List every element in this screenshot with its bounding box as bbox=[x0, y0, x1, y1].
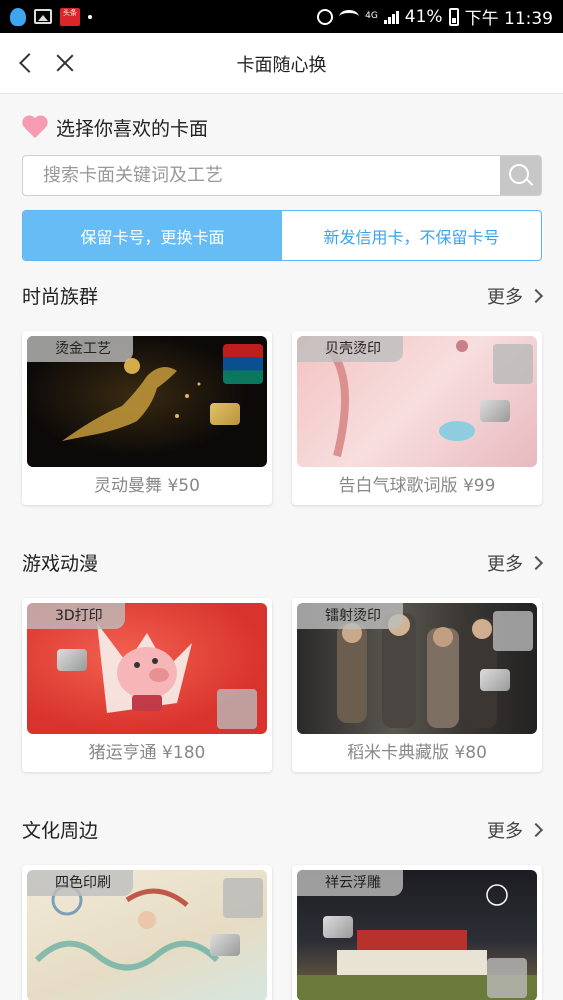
heart-icon bbox=[22, 116, 48, 140]
page-title: 卡面随心换 bbox=[236, 55, 327, 76]
segment-new-card[interactable]: 新发信用卡，不保留卡号 bbox=[282, 211, 541, 260]
card-image: 贝壳烫印 bbox=[297, 336, 537, 467]
card-image: 四色印刷 bbox=[27, 870, 267, 1000]
more-label: 更多 bbox=[487, 287, 523, 308]
card-item[interactable]: 四色印刷 bbox=[22, 865, 272, 1000]
more-link-games[interactable]: 更多 bbox=[487, 550, 544, 576]
qq-icon bbox=[10, 7, 26, 26]
card-tag: 3D打印 bbox=[27, 603, 125, 629]
card-chip-icon bbox=[480, 400, 510, 422]
segment-keep-card-number[interactable]: 保留卡号，更换卡面 bbox=[23, 211, 282, 260]
battery-percent: 41% bbox=[404, 6, 443, 27]
more-label: 更多 bbox=[487, 554, 523, 575]
card-tag: 贝壳烫印 bbox=[297, 336, 403, 362]
segmented-control: 保留卡号，更换卡面 新发信用卡，不保留卡号 bbox=[22, 210, 542, 261]
battery-icon bbox=[448, 7, 459, 26]
card-name: 灵动曼舞 ¥50 bbox=[94, 476, 200, 496]
card-tag: 祥云浮雕 bbox=[297, 870, 403, 896]
signal-icon bbox=[383, 10, 399, 24]
card-chip-icon bbox=[57, 649, 87, 671]
card-image: 祥云浮雕 bbox=[297, 870, 537, 1000]
gallery-icon bbox=[34, 9, 52, 24]
news-icon: 头条 bbox=[60, 7, 80, 26]
status-bar: 头条 4G 41% 下午 11:39 bbox=[0, 0, 563, 33]
unionpay-logo-icon bbox=[487, 958, 527, 998]
unionpay-logo-icon bbox=[493, 611, 533, 651]
card-chip-icon bbox=[210, 934, 240, 956]
more-link-culture[interactable]: 更多 bbox=[487, 817, 544, 843]
card-item[interactable]: 3D打印 猪运亨通 ¥180 bbox=[22, 598, 272, 772]
search-input[interactable] bbox=[23, 156, 500, 195]
nav-bar: 卡面随心换 bbox=[0, 33, 563, 94]
card-tag: 镭射烫印 bbox=[297, 603, 403, 629]
card-item[interactable]: 烫金工艺 灵动曼舞 ¥50 bbox=[22, 331, 272, 505]
card-name: 猪运亨通 ¥180 bbox=[88, 743, 206, 763]
card-image: 镭射烫印 bbox=[297, 603, 537, 734]
card-image: 3D打印 bbox=[27, 603, 267, 734]
unionpay-logo-icon bbox=[217, 689, 257, 729]
subtitle-text: 选择你喜欢的卡面 bbox=[56, 118, 209, 140]
card-tag: 四色印刷 bbox=[27, 870, 133, 896]
chevron-right-icon bbox=[528, 555, 544, 571]
section-title-fashion: 时尚族群 bbox=[22, 286, 99, 308]
card-item[interactable]: 镭射烫印 稻米卡典藏版 ¥80 bbox=[292, 598, 542, 772]
card-chip-icon bbox=[480, 669, 510, 691]
unionpay-logo-icon bbox=[223, 878, 263, 918]
unionpay-logo-icon bbox=[223, 344, 263, 384]
section-title-games: 游戏动漫 bbox=[22, 553, 99, 575]
network-type: 4G bbox=[365, 11, 378, 21]
card-tag: 烫金工艺 bbox=[27, 336, 133, 362]
chevron-right-icon bbox=[528, 288, 544, 304]
unionpay-logo-icon bbox=[493, 344, 533, 384]
alarm-icon bbox=[317, 8, 334, 25]
card-chip-icon bbox=[210, 403, 240, 425]
chevron-right-icon bbox=[528, 822, 544, 838]
card-chip-icon bbox=[323, 916, 353, 938]
more-link-fashion[interactable]: 更多 bbox=[487, 283, 544, 309]
card-name: 告白气球歌词版 ¥99 bbox=[338, 476, 496, 496]
clock: 下午 11:39 bbox=[464, 9, 553, 29]
notification-dot-icon bbox=[88, 14, 92, 19]
search-icon[interactable] bbox=[500, 156, 541, 195]
more-label: 更多 bbox=[487, 821, 523, 842]
search-bar bbox=[22, 155, 542, 196]
card-name: 稻米卡典藏版 ¥80 bbox=[347, 743, 487, 763]
subtitle-row: 选择你喜欢的卡面 bbox=[22, 114, 208, 141]
card-item[interactable]: 贝壳烫印 告白气球歌词版 ¥99 bbox=[292, 331, 542, 505]
section-title-culture: 文化周边 bbox=[22, 820, 99, 842]
wifi-icon bbox=[339, 9, 360, 24]
card-item[interactable]: 祥云浮雕 bbox=[292, 865, 542, 1000]
card-image: 烫金工艺 bbox=[27, 336, 267, 467]
